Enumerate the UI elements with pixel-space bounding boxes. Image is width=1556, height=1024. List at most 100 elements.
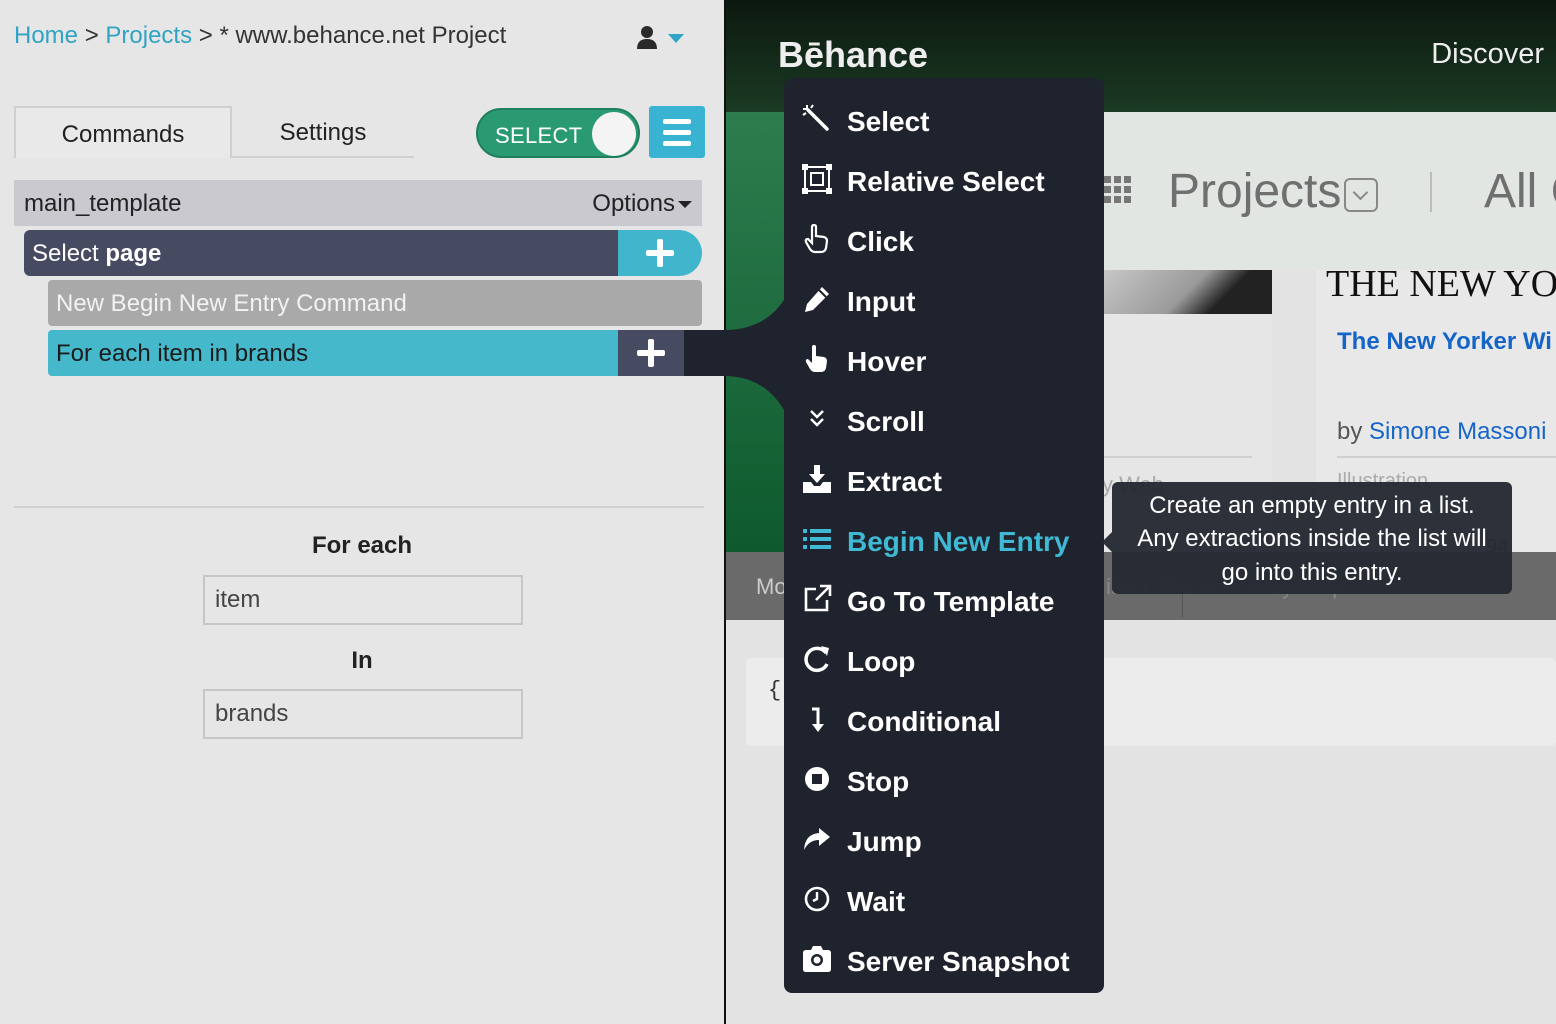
menu-item-relative-select[interactable]: Relative Select: [784, 148, 1104, 208]
project-title-link[interactable]: The New Yorker Wi: [1337, 328, 1552, 356]
command-new-begin-new-entry[interactable]: New Begin New Entry Command: [48, 280, 702, 326]
menu-item-begin-new-entry[interactable]: Begin New Entry: [784, 508, 1104, 568]
grid-icon[interactable]: [1104, 176, 1132, 204]
menu-item-label: Input: [847, 286, 916, 317]
select-toggle-label: SELECT: [495, 123, 583, 148]
download-tray-icon: [803, 465, 831, 493]
foreach-title: For each: [311, 532, 413, 559]
add-command-button[interactable]: [618, 330, 684, 376]
template-header: main_template Options: [14, 180, 702, 226]
menu-item-label: Go To Template: [847, 586, 1055, 617]
menu-item-wait[interactable]: Wait: [784, 868, 1104, 928]
plus-icon: [637, 339, 665, 367]
footer-link[interactable]: Mo: [756, 574, 787, 600]
hamburger-icon: [663, 119, 691, 124]
author-link[interactable]: Simone Massoni: [1369, 418, 1546, 445]
command-label: Select page: [32, 240, 161, 268]
hamburger-menu-button[interactable]: [649, 106, 705, 158]
menu-item-select[interactable]: Select: [784, 88, 1104, 148]
menu-item-label: Server Snapshot: [847, 946, 1070, 977]
menu-item-label: Stop: [847, 766, 910, 797]
chevron-down-icon[interactable]: [1344, 178, 1378, 212]
template-options-dropdown[interactable]: Options: [592, 190, 692, 218]
relative-select-icon: [802, 164, 832, 194]
breadcrumb-home-link[interactable]: Home: [14, 22, 78, 49]
tab-commands[interactable]: Commands: [14, 106, 232, 158]
menu-item-click[interactable]: Click: [784, 208, 1104, 268]
command-label-prefix: Select: [32, 240, 106, 267]
conditional-arrow-icon: [812, 707, 824, 732]
hover-hand-icon: [805, 345, 827, 372]
command-select-page[interactable]: Select page: [24, 230, 618, 276]
select-mode-toggle[interactable]: SELECT: [476, 108, 640, 158]
double-chevron-down-icon: [810, 410, 824, 427]
divider: [14, 506, 704, 508]
menu-item-extract[interactable]: Extract: [784, 448, 1104, 508]
breadcrumb: Home > Projects > * www.behance.net Proj…: [14, 22, 506, 50]
menu-item-label: Loop: [847, 646, 916, 677]
foreach-in-label: In: [351, 647, 373, 674]
menu-item-stop[interactable]: Stop: [784, 748, 1104, 808]
tooltip-line: Create an empty entry in a list.: [1149, 492, 1475, 519]
toggle-knob: [592, 112, 636, 156]
menu-item-jump[interactable]: Jump: [784, 808, 1104, 868]
breadcrumb-projects-link[interactable]: Projects: [105, 22, 192, 49]
tooltip-line: go into this entry.: [1221, 559, 1403, 586]
command-for-each[interactable]: For each item in brands: [48, 330, 618, 376]
by-label: by: [1337, 418, 1363, 445]
tab-settings[interactable]: Settings: [232, 106, 414, 158]
pointer-hand-icon: [804, 224, 829, 254]
foreach-in-field[interactable]: [203, 689, 523, 739]
menu-item-label: Scroll: [847, 406, 925, 437]
breadcrumb-current-project: * www.behance.net Project: [219, 22, 507, 49]
add-command-button[interactable]: [618, 230, 702, 276]
share-arrow-icon: [804, 828, 830, 850]
menu-item-hover[interactable]: Hover: [784, 328, 1104, 388]
parsehub-sidebar: Home > Projects > * www.behance.net Proj…: [0, 0, 724, 1024]
pencil-icon: [805, 287, 829, 312]
behance-logo[interactable]: Bēhance: [778, 34, 928, 76]
all-filter[interactable]: All C: [1484, 164, 1556, 219]
rotate-icon: [804, 646, 829, 673]
command-picker-menu: Select Relative Select Click Input Hover: [784, 78, 1104, 993]
plus-icon: [646, 239, 674, 267]
chevron-down-icon: [668, 34, 684, 43]
user-menu[interactable]: [636, 24, 686, 52]
menu-item-loop[interactable]: Loop: [784, 628, 1104, 688]
project-author: by Simone Massoni: [1337, 418, 1546, 446]
list-icon: [803, 529, 831, 549]
clock-icon: [804, 886, 830, 912]
menu-item-scroll[interactable]: Scroll: [784, 388, 1104, 448]
divider: [1102, 456, 1252, 458]
stop-circle-icon: [805, 767, 829, 791]
menu-item-label: Relative Select: [847, 166, 1045, 197]
foreach-item-field[interactable]: [203, 575, 523, 625]
json-brace: {: [768, 678, 782, 703]
tooltip-line: Any extractions inside the list will: [1137, 525, 1487, 552]
template-name: main_template: [24, 190, 182, 217]
caret-down-icon: [678, 201, 692, 209]
command-label: New Begin New Entry Command: [56, 290, 407, 317]
menu-item-conditional[interactable]: Conditional: [784, 688, 1104, 748]
template-options-label: Options: [592, 190, 675, 217]
menu-item-label: Click: [847, 226, 914, 257]
breadcrumb-separator: >: [84, 22, 99, 49]
menu-connector: [684, 300, 784, 410]
hamburger-icon: [663, 130, 691, 135]
projects-filter[interactable]: Projects: [1168, 164, 1341, 219]
menu-item-go-to-template[interactable]: Go To Template: [784, 568, 1104, 628]
command-label: For each item in brands: [56, 340, 309, 367]
hamburger-icon: [663, 141, 691, 146]
menu-item-label: Select: [847, 106, 930, 137]
begin-new-entry-tooltip: Create an empty entry in a list. Any ext…: [1102, 482, 1512, 594]
breadcrumb-separator: >: [198, 22, 213, 49]
menu-item-label: Wait: [847, 886, 906, 917]
project-thumbnail-text: THE NEW YO: [1326, 263, 1556, 305]
menu-item-server-snapshot[interactable]: Server Snapshot: [784, 928, 1104, 988]
project-thumbnail[interactable]: [1102, 270, 1272, 314]
nav-discover[interactable]: Discover: [1431, 38, 1544, 71]
camera-icon: [803, 946, 831, 972]
menu-item-input[interactable]: Input: [784, 268, 1104, 328]
external-link-icon: [804, 584, 832, 612]
command-label-target: page: [105, 240, 162, 267]
